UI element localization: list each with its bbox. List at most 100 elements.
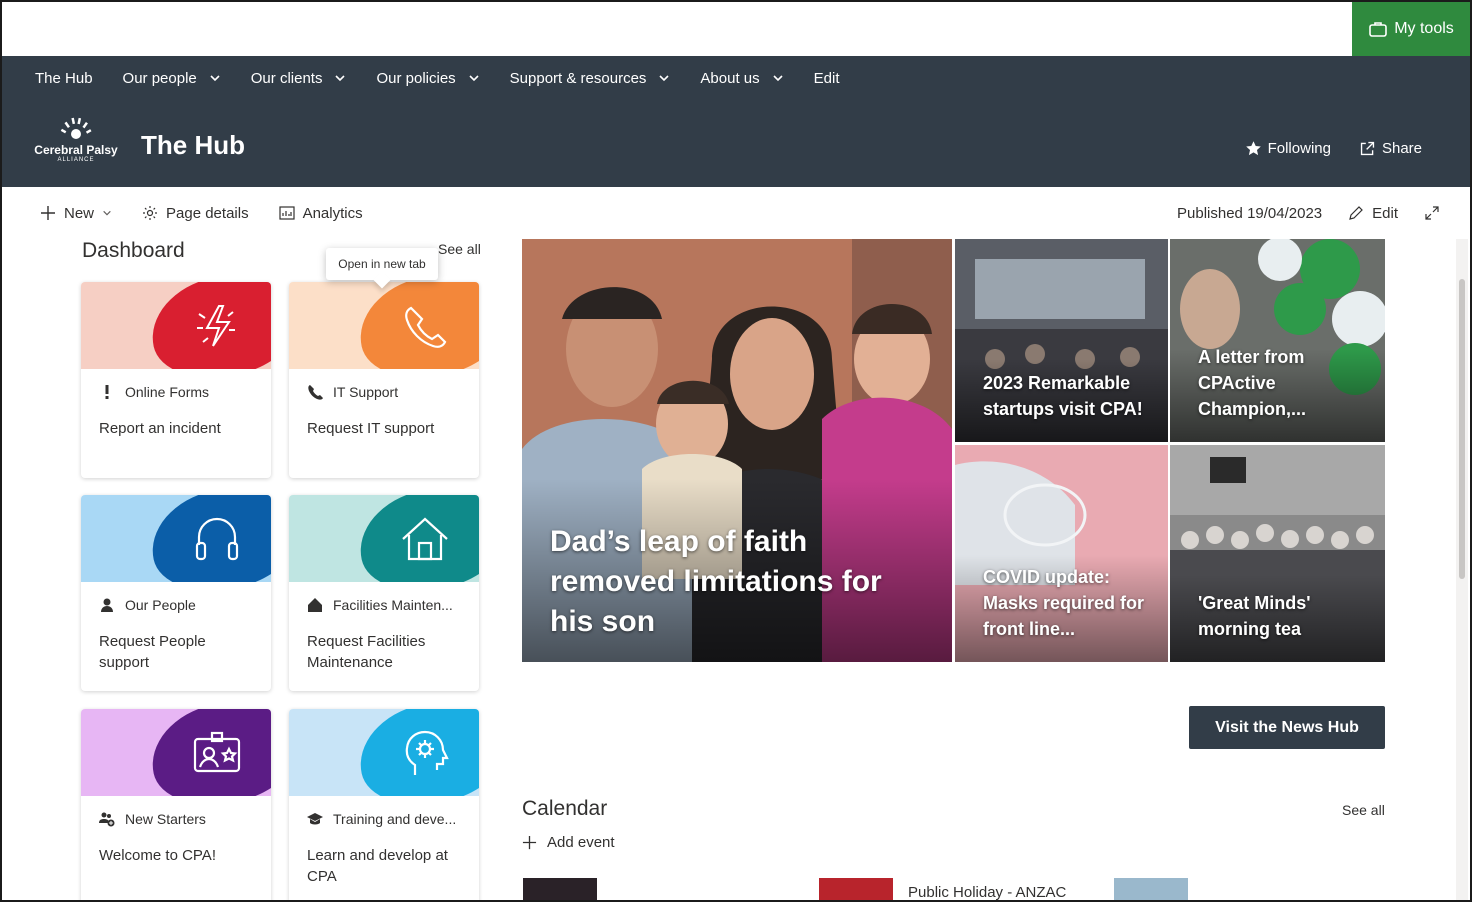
- edit-page-button[interactable]: Edit: [1348, 205, 1398, 222]
- plus-icon: [41, 206, 55, 220]
- share-label: Share: [1381, 140, 1422, 157]
- cpa-logo-icon: [60, 117, 92, 139]
- chevron-down-icon: [210, 75, 220, 82]
- following-button[interactable]: Following: [1245, 140, 1331, 157]
- card-banner: [81, 709, 271, 796]
- exclamation-icon: [105, 385, 109, 399]
- visit-news-hub-button[interactable]: Visit the News Hub: [1189, 706, 1385, 749]
- event-thumbnail[interactable]: [1114, 878, 1188, 900]
- card-banner: [81, 282, 271, 369]
- dashboard-card-facilities[interactable]: Facilities Mainten... Request Facilities…: [289, 495, 479, 691]
- event-thumbnail[interactable]: [523, 878, 597, 900]
- logo-sub: ALLIANCE: [57, 157, 95, 163]
- dashboard-see-all-link[interactable]: See all: [438, 241, 481, 257]
- star-icon: [1245, 141, 1261, 156]
- chevron-down-icon: [469, 75, 479, 82]
- card-category: Online Forms: [99, 384, 209, 400]
- news-tile-caption: A letter from CPActive Champion,...: [1198, 347, 1306, 419]
- card-banner: [289, 709, 479, 796]
- chevron-down-icon: [335, 75, 346, 82]
- card-category-label: Training and deve...: [333, 811, 457, 827]
- dashboard-card-new-starters[interactable]: New Starters Welcome to CPA!: [81, 709, 271, 900]
- analytics-button[interactable]: Analytics: [278, 205, 363, 222]
- chevron-down-icon: [659, 75, 669, 82]
- analytics-icon: [278, 206, 295, 220]
- command-bar-right: Published 19/04/2023 Edit: [1177, 187, 1440, 239]
- phone-icon: [308, 385, 323, 400]
- chevron-down-icon: [103, 210, 111, 216]
- new-button[interactable]: New: [40, 205, 112, 222]
- nav-label: About us: [700, 69, 760, 87]
- dashboard-card-report-incident[interactable]: Online Forms Report an incident: [81, 282, 271, 478]
- command-bar: New Page details Analytics Published 19/…: [2, 187, 1470, 239]
- nav-label: Our people: [122, 69, 197, 87]
- briefcase-icon: [1369, 22, 1388, 37]
- page-frame: My tools The Hub Our people Our clients …: [0, 0, 1472, 902]
- page-details-label: Page details: [166, 204, 249, 222]
- home-icon: [308, 598, 322, 612]
- nav-label: Support & resources: [509, 69, 647, 87]
- news-tile-startups[interactable]: 2023 Remarkable startups visit CPA!: [955, 239, 1168, 442]
- site-title: The Hub: [141, 130, 245, 160]
- hub-navigation: The Hub Our people Our clients Our polic…: [2, 56, 1470, 100]
- page-scrollbar[interactable]: [1456, 239, 1468, 900]
- nav-item-our-clients[interactable]: Our clients: [251, 70, 347, 87]
- dashboard-card-people-support[interactable]: Our People Request People support: [81, 495, 271, 691]
- card-title: Request Facilities Maintenance: [307, 633, 426, 671]
- nav-item-about-us[interactable]: About us: [700, 70, 783, 87]
- dashboard-title: Dashboard: [82, 239, 185, 262]
- nav-item-our-people[interactable]: Our people: [123, 70, 221, 87]
- card-banner: [289, 495, 479, 582]
- calendar-see-all-link[interactable]: See all: [1342, 802, 1385, 818]
- card-category-label: Online Forms: [125, 384, 210, 400]
- new-label: New: [64, 204, 95, 222]
- card-title: Request IT support: [307, 420, 435, 437]
- card-title: Welcome to CPA!: [99, 847, 216, 864]
- site-logo[interactable]: Cerebral Palsy ALLIANCE: [30, 114, 122, 174]
- phone-icon: [405, 306, 447, 348]
- share-icon: [1360, 141, 1375, 156]
- edit-label: Edit: [1372, 204, 1398, 222]
- house-icon: [402, 517, 448, 561]
- card-category: Training and deve...: [307, 811, 456, 827]
- gear-icon: [143, 206, 158, 220]
- share-button[interactable]: Share: [1359, 140, 1422, 157]
- my-tools-button[interactable]: My tools: [1352, 2, 1470, 56]
- nav-item-our-policies[interactable]: Our policies: [376, 70, 479, 87]
- card-category-label: IT Support: [333, 384, 399, 400]
- published-date: Published 19/04/2023: [1177, 204, 1323, 222]
- pencil-icon: [1349, 206, 1363, 220]
- graduation-cap-icon: [307, 813, 323, 825]
- news-tile-caption: COVID update: Masks required for front l…: [983, 567, 1145, 639]
- dashboard-card-training[interactable]: Training and deve... Learn and develop a…: [289, 709, 479, 900]
- event-title[interactable]: Public Holiday - ANZAC: [908, 884, 1066, 900]
- news-hero-tile[interactable]: Dad’s leap of faith removed limitations …: [522, 239, 952, 662]
- add-event-label: Add event: [547, 834, 615, 851]
- lightning-icon: [197, 305, 235, 347]
- card-title: Request People support: [99, 633, 206, 671]
- dashboard-card-it-support[interactable]: IT Support Request IT support: [289, 282, 479, 478]
- nav-item-support-resources[interactable]: Support & resources: [510, 70, 671, 87]
- card-category: Facilities Mainten...: [307, 597, 453, 613]
- news-tile-covid[interactable]: COVID update: Masks required for front l…: [955, 445, 1168, 662]
- nav-item-edit[interactable]: Edit: [814, 70, 840, 87]
- people-add-icon: [99, 812, 115, 827]
- card-banner: [289, 282, 479, 369]
- top-bar: My tools: [2, 2, 1470, 56]
- header-actions: Following Share: [1245, 140, 1422, 157]
- page-details-button[interactable]: Page details: [142, 205, 249, 222]
- expand-icon[interactable]: [1424, 205, 1440, 221]
- news-tile-great-minds[interactable]: 'Great Minds' morning tea: [1170, 445, 1385, 662]
- nav-label: Edit: [813, 69, 840, 87]
- plus-icon: [522, 835, 537, 850]
- scrollbar-thumb[interactable]: [1459, 279, 1465, 579]
- card-category-label: Our People: [125, 597, 196, 613]
- news-tile-letter[interactable]: A letter from CPActive Champion,...: [1170, 239, 1385, 442]
- person-icon: [101, 598, 113, 612]
- news-tile-caption: 2023 Remarkable startups visit CPA!: [983, 373, 1143, 419]
- add-event-button[interactable]: Add event: [522, 834, 615, 851]
- event-thumbnail[interactable]: [819, 878, 893, 900]
- card-category: New Starters: [99, 811, 206, 827]
- headset-icon: [195, 517, 239, 561]
- nav-item-the-hub[interactable]: The Hub: [35, 70, 93, 87]
